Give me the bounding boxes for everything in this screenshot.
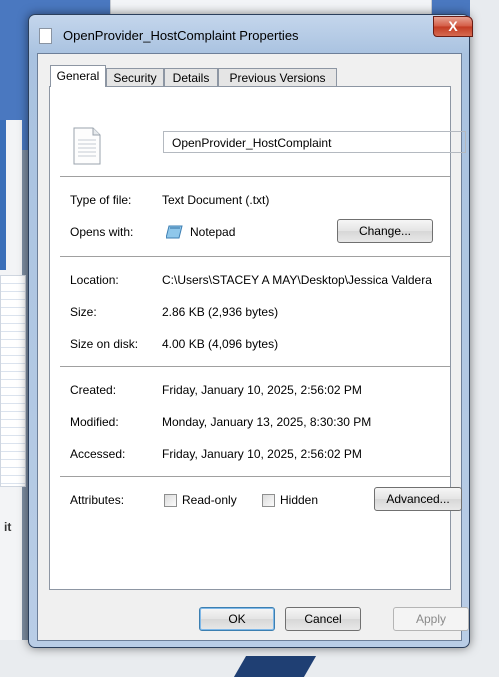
advanced-button[interactable]: Advanced...	[374, 487, 462, 511]
size-on-disk-label: Size on disk:	[70, 337, 139, 351]
opens-with-value: Notepad	[190, 225, 236, 239]
accessed-value: Friday, January 10, 2025, 2:56:02 PM	[162, 447, 362, 461]
divider	[60, 366, 450, 367]
background-window-right	[470, 0, 499, 677]
file-icon	[39, 28, 52, 44]
created-value: Friday, January 10, 2025, 2:56:02 PM	[162, 383, 362, 397]
modified-value: Monday, January 13, 2025, 8:30:30 PM	[162, 415, 372, 429]
tab-general[interactable]: General	[50, 65, 106, 87]
read-only-label[interactable]: Read-only	[182, 493, 237, 507]
size-value: 2.86 KB (2,936 bytes)	[162, 305, 279, 319]
created-label: Created:	[70, 383, 117, 397]
modified-label: Modified:	[70, 415, 119, 429]
size-label: Size:	[70, 305, 97, 319]
hidden-label[interactable]: Hidden	[280, 493, 318, 507]
location-value: C:\Users\STACEY A MAY\Desktop\Jessica Va…	[162, 273, 432, 287]
apply-button[interactable]: Apply	[393, 607, 469, 631]
title-bar[interactable]: OpenProvider_HostComplaint Properties X	[29, 15, 473, 53]
type-of-file-label: Type of file:	[70, 193, 132, 207]
change-button[interactable]: Change...	[337, 219, 433, 243]
properties-dialog: OpenProvider_HostComplaint Properties X …	[28, 14, 473, 648]
read-only-checkbox[interactable]	[164, 494, 177, 507]
size-on-disk-value: 4.00 KB (4,096 bytes)	[162, 337, 279, 351]
divider	[60, 256, 450, 257]
window-title: OpenProvider_HostComplaint Properties	[63, 28, 299, 43]
accessed-label: Accessed:	[70, 447, 126, 461]
opens-with-label: Opens with:	[70, 225, 134, 239]
tab-details[interactable]: Details	[164, 68, 218, 86]
attributes-label: Attributes:	[70, 493, 125, 507]
type-of-file-value: Text Document (.txt)	[162, 193, 270, 207]
background-taskbar-fragment	[233, 656, 317, 677]
background-document-thumbnail	[0, 275, 26, 487]
tab-security[interactable]: Security	[106, 68, 164, 86]
background-text-fragment: it	[4, 520, 12, 534]
dialog-client-area: General Security Details Previous Versio…	[37, 53, 469, 641]
tab-previous-versions[interactable]: Previous Versions	[218, 68, 337, 86]
location-label: Location:	[70, 273, 119, 287]
divider	[60, 476, 450, 477]
background-window-edge	[110, 0, 432, 15]
background-window-accent	[0, 120, 6, 270]
ok-button[interactable]: OK	[199, 607, 275, 631]
notepad-icon	[166, 225, 183, 239]
cancel-button[interactable]: Cancel	[285, 607, 361, 631]
general-tab-panel: OpenProvider_HostComplaint Type of file:…	[49, 86, 466, 590]
hidden-checkbox[interactable]	[262, 494, 275, 507]
file-name-input[interactable]: OpenProvider_HostComplaint	[163, 131, 466, 153]
text-document-icon	[73, 127, 101, 165]
close-button[interactable]: X	[433, 16, 473, 37]
divider	[60, 176, 450, 177]
